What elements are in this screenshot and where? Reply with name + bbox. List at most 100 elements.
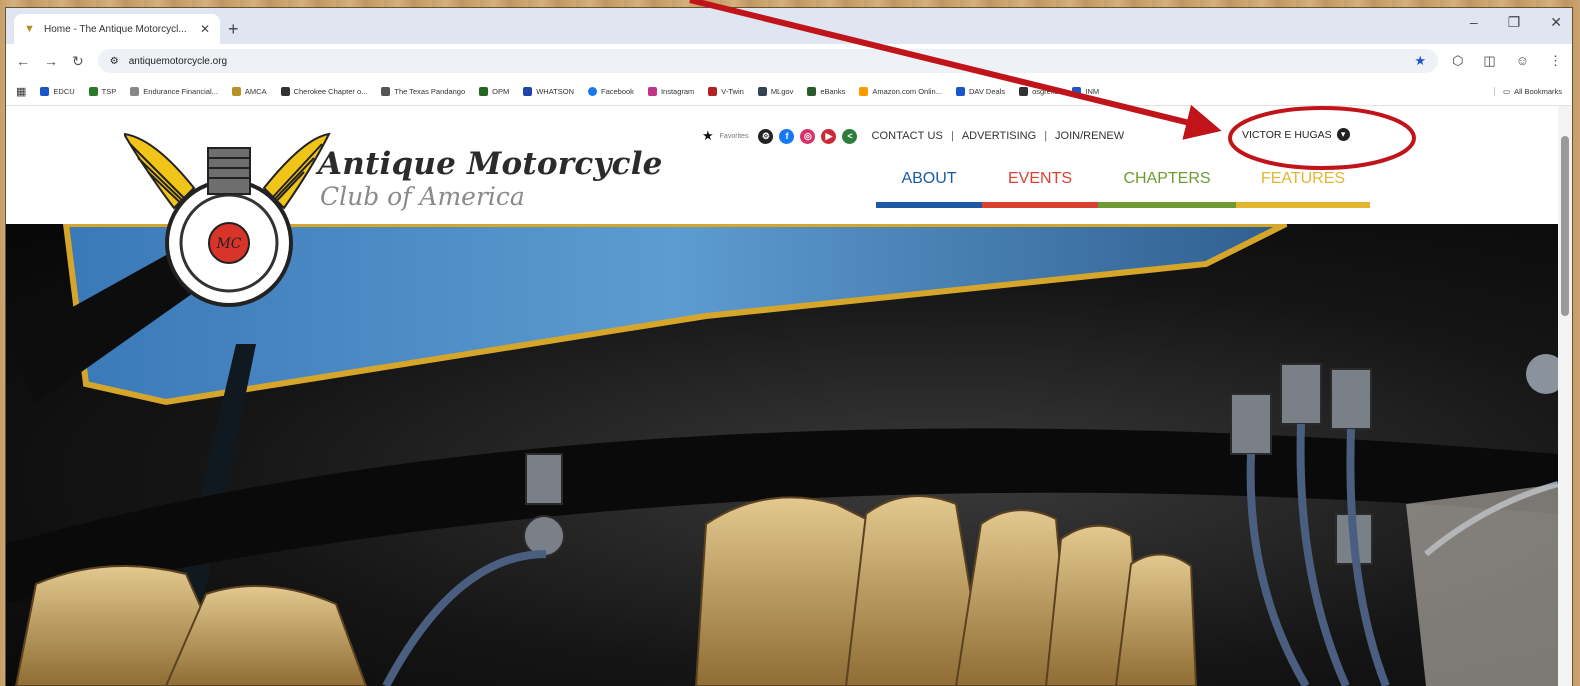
site-title[interactable]: Antique Motorcycle: [318, 146, 663, 182]
nav-events[interactable]: EVENTS: [982, 170, 1098, 208]
bookmark-item[interactable]: Amazon.com Onlin...: [859, 87, 942, 96]
bookmark-label: AMCA: [244, 87, 267, 96]
tab-title: Home - The Antique Motorcycl...: [44, 23, 187, 35]
bookmark-favicon-icon: [708, 87, 718, 96]
minimize-icon[interactable]: –: [1470, 14, 1478, 31]
menu-kebab-icon[interactable]: ⋮: [1549, 53, 1562, 69]
tab-close-icon[interactable]: ✕: [200, 22, 210, 36]
bookmark-item[interactable]: WHATSON: [523, 87, 574, 96]
join-renew-link[interactable]: JOIN/RENEW: [1055, 130, 1124, 142]
bookmark-favicon-icon: [88, 87, 98, 96]
bookmark-favicon-icon: [479, 87, 489, 96]
bookmark-star-icon[interactable]: ★: [1414, 53, 1426, 69]
close-window-icon[interactable]: ✕: [1550, 14, 1562, 31]
favorites-label[interactable]: Favorites: [720, 133, 749, 140]
bookmark-item[interactable]: eBanks: [807, 87, 845, 96]
utility-links: ★ Favorites ⚙ f ◎ ▶ < CONTACT US | ADVER…: [702, 128, 1124, 144]
bookmark-favicon-icon: [130, 87, 140, 96]
restore-icon[interactable]: ❐: [1508, 14, 1521, 31]
bookmark-favicon-icon: [280, 87, 290, 96]
browser-tab-home[interactable]: ▼ Home - The Antique Motorcycl... ✕: [14, 14, 220, 44]
share-icon[interactable]: <: [842, 128, 858, 144]
bookmark-item[interactable]: TSP: [88, 87, 117, 96]
bookmark-item[interactable]: OPM: [479, 87, 509, 96]
bookmark-favicon-icon: [1019, 87, 1029, 96]
profile-icon[interactable]: ☺: [1516, 53, 1529, 69]
all-bookmarks-label: All Bookmarks: [1514, 87, 1562, 96]
web-page: Antique Motorcycle Club of America ★ Fav…: [6, 106, 1558, 686]
all-bookmarks-button[interactable]: ▭ All Bookmarks: [1493, 87, 1562, 96]
bookmark-item[interactable]: Instagram: [647, 87, 695, 96]
scrollbar-thumb[interactable]: [1561, 136, 1569, 316]
bookmark-favicon-icon: [807, 87, 817, 96]
contact-us-link[interactable]: CONTACT US: [871, 130, 943, 142]
amazon-icon: [859, 87, 869, 96]
site-info-icon[interactable]: ⚙: [110, 56, 119, 67]
bookmark-favicon-icon: [40, 87, 50, 96]
user-name[interactable]: VICTOR E HUGAS: [1242, 129, 1332, 141]
instagram-icon[interactable]: ◎: [800, 128, 816, 144]
user-account-menu[interactable]: VICTOR E HUGAS ▾: [1242, 128, 1350, 141]
main-nav: ABOUT EVENTS CHAPTERS FEATURES: [876, 170, 1370, 208]
bookmark-item[interactable]: INM: [1072, 87, 1099, 96]
separator: |: [1044, 130, 1048, 142]
url-text: antiquemotorcycle.org: [128, 55, 228, 67]
apps-grid-icon[interactable]: ▦: [16, 85, 26, 98]
bookmark-label: Endurance Financial...: [143, 87, 218, 96]
bookmark-label: DAV Deals: [968, 87, 1006, 96]
bookmark-favicon-icon: [1072, 87, 1082, 96]
back-arrow-icon[interactable]: ←: [16, 53, 30, 69]
bookmark-favicon-icon: [523, 87, 533, 96]
bookmark-item[interactable]: DAV Deals: [955, 87, 1006, 96]
side-panel-icon[interactable]: ◫: [1483, 53, 1495, 69]
bookmark-label: EDCU: [53, 87, 75, 96]
bookmark-item[interactable]: Cherokee Chapter o...: [280, 87, 368, 96]
bookmark-label: Facebook: [601, 87, 634, 96]
facebook-icon[interactable]: f: [779, 128, 795, 144]
url-input[interactable]: ⚙ antiquemotorcycle.org ★: [97, 49, 1439, 73]
separator: |: [950, 130, 954, 142]
user-chevron-icon[interactable]: ▾: [1336, 128, 1350, 141]
youtube-icon[interactable]: ▶: [821, 128, 837, 144]
nav-about[interactable]: ABOUT: [876, 170, 982, 208]
bookmark-item[interactable]: Endurance Financial...: [130, 87, 218, 96]
bookmark-label: Instagram: [660, 87, 695, 96]
bookmark-item[interactable]: AMCA: [231, 87, 267, 96]
advertising-link[interactable]: ADVERTISING: [962, 130, 1036, 142]
bookmark-item[interactable]: EDCU: [40, 87, 75, 96]
logo-monogram: MC: [215, 236, 241, 252]
nav-features[interactable]: FEATURES: [1236, 170, 1370, 208]
forward-arrow-icon[interactable]: →: [44, 53, 58, 69]
bookmark-label: INM: [1085, 87, 1100, 96]
bookmark-favicon-icon: [955, 87, 965, 96]
folder-icon: ▭: [1502, 87, 1511, 96]
bookmark-label: Cherokee Chapter o...: [293, 87, 368, 96]
bookmark-label: WHATSON: [536, 87, 574, 96]
bookmark-item[interactable]: osgreks: [1019, 87, 1058, 96]
reload-icon[interactable]: ↻: [72, 53, 84, 70]
amca-logo[interactable]: MC: [124, 118, 334, 308]
tab-strip: ▼ Home - The Antique Motorcycl... ✕ + – …: [6, 8, 1572, 44]
site-subtitle[interactable]: Club of America: [320, 182, 525, 211]
nav-chapters[interactable]: CHAPTERS: [1098, 170, 1236, 208]
bookmark-favicon-icon: [757, 87, 767, 96]
bookmark-label: MLgov: [770, 87, 794, 96]
page-scrollbar[interactable]: [1558, 106, 1572, 686]
extensions-icon[interactable]: ⬡: [1452, 53, 1463, 69]
favorites-star-icon[interactable]: ★: [702, 128, 714, 144]
bookmark-label: eBanks: [820, 87, 846, 96]
bookmark-item[interactable]: The Texas Pandango: [381, 87, 465, 96]
bookmark-label: osgreks: [1032, 87, 1059, 96]
address-bar: ← → ↻ ⚙ antiquemotorcycle.org ★ ⬡ ◫ ☺ ⋮: [6, 44, 1572, 78]
bookmark-item[interactable]: MLgov: [757, 87, 794, 96]
toolbar-right: ⬡ ◫ ☺ ⋮: [1452, 53, 1562, 69]
bookmark-label: Amazon.com Onlin...: [872, 87, 942, 96]
new-tab-icon[interactable]: +: [228, 14, 239, 44]
bookmark-item[interactable]: V-Twin: [708, 87, 744, 96]
window-controls: – ❐ ✕: [1470, 14, 1562, 31]
settings-gear-icon[interactable]: ⚙: [758, 128, 774, 144]
bookmark-label: TSP: [101, 87, 117, 96]
bookmark-favicon-icon: [381, 87, 391, 96]
bookmark-label: The Texas Pandango: [394, 87, 466, 96]
bookmark-item[interactable]: Facebook: [588, 87, 634, 96]
